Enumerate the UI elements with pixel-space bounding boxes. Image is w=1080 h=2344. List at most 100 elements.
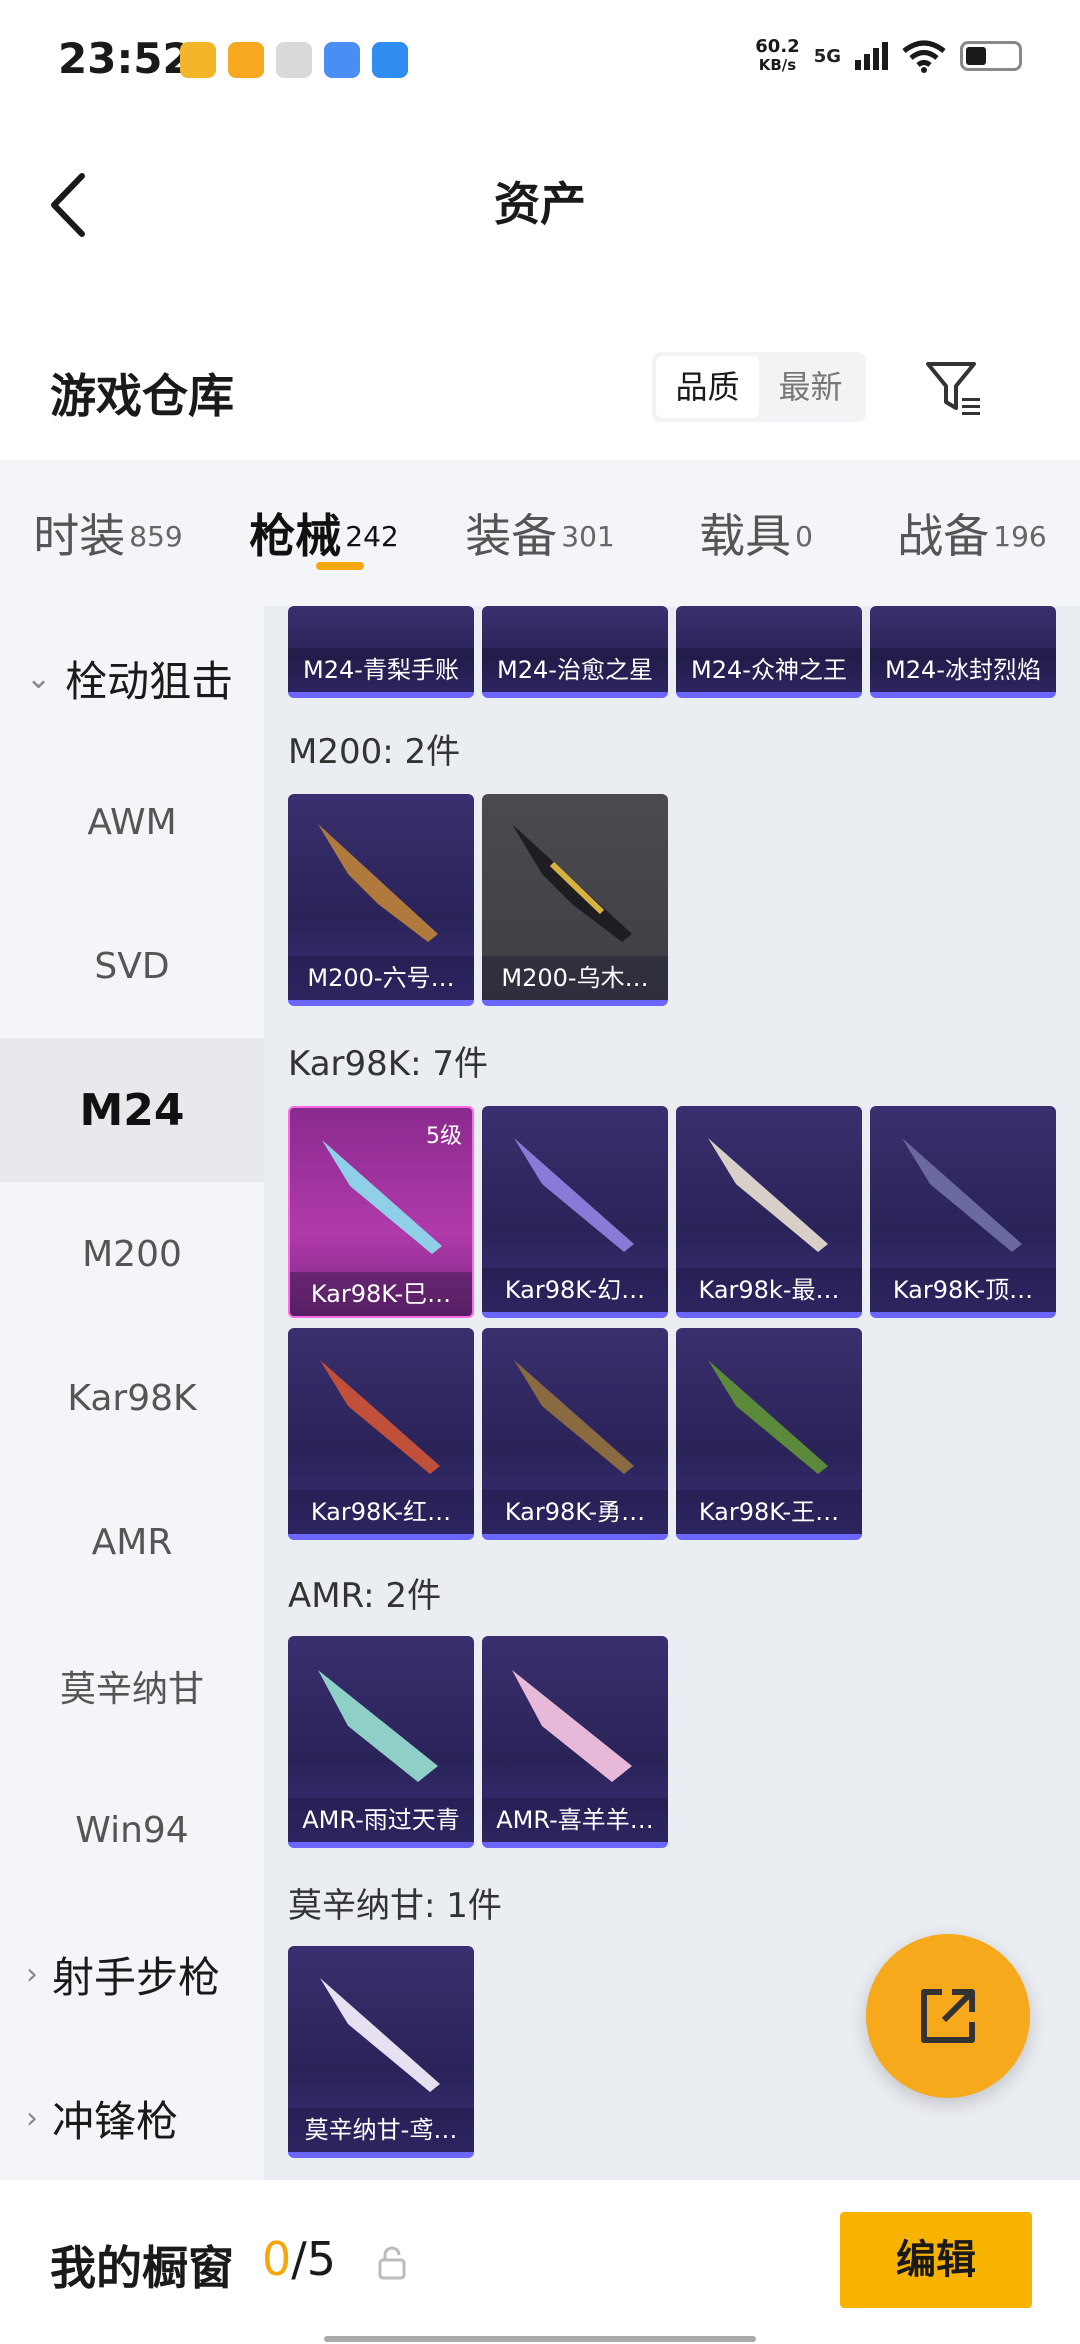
weapon-card[interactable]: Kar98K-王… xyxy=(676,1328,862,1540)
sidebar-item-svd[interactable]: SVD xyxy=(0,894,264,1038)
net-speed-value: 60.2 xyxy=(755,36,800,57)
app-icon-4 xyxy=(324,42,360,78)
weapon-card[interactable]: M24-治愈之星 xyxy=(482,606,668,698)
sort-quality-button[interactable]: 品质 xyxy=(656,356,759,418)
rifle-icon xyxy=(514,1138,634,1252)
weapon-name: Kar98K-幻… xyxy=(482,1268,668,1312)
share-fab-button[interactable] xyxy=(866,1934,1030,2098)
sidebar-group-marksman[interactable]: › 射手步枪 xyxy=(0,1902,264,2046)
section-title-kar98k: Kar98K: 7件 xyxy=(288,1044,488,1084)
rifle-icon xyxy=(318,824,438,942)
sidebar-item-kar98k[interactable]: Kar98K xyxy=(0,1326,264,1470)
tab-label: 装备 xyxy=(465,509,558,563)
status-bar: 23:52 60.2 KB/s 5G xyxy=(0,0,1080,120)
title-bar: 资产 xyxy=(0,120,1080,280)
sort-newest-button[interactable]: 最新 xyxy=(759,356,862,418)
rifle-icon xyxy=(320,1360,440,1474)
edit-button[interactable]: 编辑 xyxy=(840,2212,1032,2308)
tab-label: 战备 xyxy=(897,509,990,563)
showcase-count: 0/5 xyxy=(262,2232,336,2286)
weapon-name: Kar98K-巳… xyxy=(290,1272,472,1316)
weapon-card[interactable]: M200-乌木… xyxy=(482,794,668,1006)
battery-icon xyxy=(960,41,1022,71)
weapon-card[interactable]: 莫辛纳甘-鸢… xyxy=(288,1946,474,2158)
weapon-card[interactable]: AMR-雨过天青 xyxy=(288,1636,474,1848)
page-title: 资产 xyxy=(494,177,586,231)
app-icon-2 xyxy=(228,42,264,78)
weapon-card[interactable]: M24-青梨手账 xyxy=(288,606,474,698)
tab-equipment[interactable]: 装备 301 xyxy=(432,460,648,606)
tab-count: 301 xyxy=(561,519,615,553)
chevron-right-icon: › xyxy=(26,1956,38,1992)
notification-icons xyxy=(180,42,408,78)
weapon-name: Kar98K-红… xyxy=(288,1490,474,1534)
signal-icon xyxy=(855,42,888,70)
tab-combat-gear[interactable]: 战备 196 xyxy=(864,460,1080,606)
weapon-name: AMR-雨过天青 xyxy=(288,1798,474,1842)
external-link-icon xyxy=(921,1989,975,2043)
weapon-name: M24-冰封烈焰 xyxy=(870,648,1056,692)
weapon-name: Kar98K-顶… xyxy=(870,1268,1056,1312)
status-time: 23:52 xyxy=(58,34,192,83)
category-tabs: 时装 859 枪械 242 装备 301 载具 0 战备 196 xyxy=(0,460,1080,606)
weapon-card[interactable]: Kar98k-最… xyxy=(676,1106,862,1318)
sidebar-item-m24[interactable]: M24 xyxy=(0,1038,264,1182)
weapon-card[interactable]: M24-冰封烈焰 xyxy=(870,606,1056,698)
weapon-name: Kar98k-最… xyxy=(676,1268,862,1312)
sidebar-item-win94[interactable]: Win94 xyxy=(0,1758,264,1902)
rifle-icon xyxy=(708,1360,828,1474)
tab-count: 859 xyxy=(129,519,183,553)
weapon-card[interactable]: M200-六号… xyxy=(288,794,474,1006)
rifle-icon xyxy=(514,1360,634,1474)
showcase-label: 我的橱窗 xyxy=(50,2241,234,2295)
warehouse-title: 游戏仓库 xyxy=(50,369,234,423)
net-speed: 60.2 KB/s xyxy=(755,36,800,75)
weapon-card[interactable]: AMR-喜羊羊… xyxy=(482,1636,668,1848)
section-title-mosin: 莫辛纳甘: 1件 xyxy=(288,1886,502,1926)
sidebar-group-smg[interactable]: › 冲锋枪 xyxy=(0,2046,264,2190)
tab-count: 0 xyxy=(795,519,813,553)
weapon-card[interactable]: Kar98K-红… xyxy=(288,1328,474,1540)
tab-active-indicator xyxy=(316,562,364,570)
weapon-category-sidebar: ⌄ 栓动狙击 AWM SVD M24 M200 Kar98K AMR 莫辛纳甘 … xyxy=(0,606,264,2180)
tab-fashion[interactable]: 时装 859 xyxy=(0,460,216,606)
sort-toggle: 品质 最新 xyxy=(652,352,866,422)
sidebar-group-label: 冲锋枪 xyxy=(52,2096,179,2146)
weapon-name: M24-青梨手账 xyxy=(288,648,474,692)
lock-icon xyxy=(378,2246,406,2280)
filter-icon[interactable] xyxy=(924,358,984,418)
weapon-card[interactable]: Kar98K-幻… xyxy=(482,1106,668,1318)
rifle-icon xyxy=(318,1670,438,1782)
sidebar-group-bolt-sniper[interactable]: ⌄ 栓动狙击 xyxy=(0,606,264,750)
rifle-icon xyxy=(322,1140,442,1254)
weapon-card[interactable]: Kar98K-勇… xyxy=(482,1328,668,1540)
weapon-card[interactable]: M24-众神之王 xyxy=(676,606,862,698)
weapon-name: Kar98K-王… xyxy=(676,1490,862,1534)
tab-count: 196 xyxy=(993,519,1047,553)
weapon-name: M24-治愈之星 xyxy=(482,648,668,692)
wifi-icon xyxy=(902,40,946,73)
rifle-icon xyxy=(320,1978,440,2092)
rifle-icon xyxy=(512,1670,632,1782)
network-type: 5G xyxy=(813,45,841,67)
status-right: 60.2 KB/s 5G xyxy=(755,38,1022,74)
sidebar-item-mosin[interactable]: 莫辛纳甘 xyxy=(0,1614,264,1758)
sidebar-item-m200[interactable]: M200 xyxy=(0,1182,264,1326)
sidebar-item-amr[interactable]: AMR xyxy=(0,1470,264,1614)
weapon-card[interactable]: 5级 Kar98K-巳… xyxy=(288,1106,474,1318)
app-icon-1 xyxy=(180,42,216,78)
weapon-card[interactable]: Kar98K-顶… xyxy=(870,1106,1056,1318)
tab-firearms[interactable]: 枪械 242 xyxy=(216,460,432,606)
section-title-m200: M200: 2件 xyxy=(288,732,461,772)
chevron-down-icon: ⌄ xyxy=(26,660,52,696)
tab-label: 载具 xyxy=(699,509,792,563)
warehouse-header: 游戏仓库 品质 最新 xyxy=(0,330,1080,460)
tab-count: 242 xyxy=(345,519,399,553)
app-icon-5 xyxy=(372,42,408,78)
weapon-name: 莫辛纳甘-鸢… xyxy=(288,2108,474,2152)
chevron-right-icon: › xyxy=(26,2100,38,2136)
home-indicator[interactable] xyxy=(324,2336,756,2342)
sidebar-item-awm[interactable]: AWM xyxy=(0,750,264,894)
tab-vehicles[interactable]: 载具 0 xyxy=(648,460,864,606)
tab-label: 时装 xyxy=(33,509,126,563)
